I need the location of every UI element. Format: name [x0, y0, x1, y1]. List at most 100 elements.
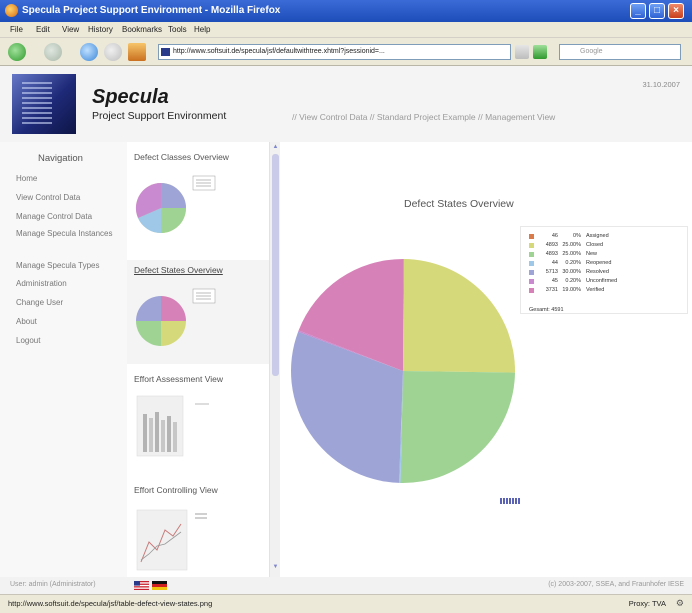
legend-percent: 0.20% [565, 278, 581, 284]
legend-count: 4893 [545, 251, 558, 257]
stop-icon[interactable] [104, 43, 122, 61]
menu-bar: File Edit View History Bookmarks Tools H… [0, 22, 692, 38]
menu-bookmarks[interactable]: Bookmarks [122, 25, 162, 34]
navigation-toolbar: http://www.softsuit.de/specula/jsf/defau… [0, 38, 692, 66]
menu-view[interactable]: View [62, 25, 79, 34]
page-header: Specula Project Support Environment // V… [0, 66, 692, 142]
legend-count: 46 [551, 233, 558, 239]
close-button[interactable]: × [668, 3, 684, 19]
legend-count: 3731 [545, 287, 558, 293]
legend-label: Reopened [586, 260, 612, 266]
scroll-down-icon[interactable]: ▼ [272, 564, 279, 570]
brand-tagline: Project Support Environment [92, 110, 227, 122]
sidebar-item-administration[interactable]: Administration [16, 279, 124, 289]
brand-name: Specula [92, 86, 169, 108]
chart-panel: Defect States Overview 46 0% Assigned 4893 2… [280, 142, 692, 577]
chart-watermark [500, 498, 520, 504]
navigation-title: Navigation [38, 153, 83, 164]
legend-label: Assigned [586, 233, 609, 239]
language-flags[interactable] [134, 581, 168, 590]
back-arrow-icon[interactable] [8, 43, 26, 61]
legend-label: Closed [586, 242, 604, 248]
search-input[interactable]: Google [559, 44, 681, 60]
legend-percent: 19.00% [562, 287, 581, 293]
date-label: 31.10.2007 [642, 80, 680, 89]
sidebar-item-home[interactable]: Home [16, 174, 124, 184]
reload-icon[interactable] [80, 43, 98, 61]
copyright-text: (c) 2003-2007, SSEA, and Fraunhofer IESE [548, 581, 684, 588]
site-favicon [161, 48, 170, 56]
legend-swatch [529, 279, 534, 284]
sidebar-item-change-user[interactable]: Change User [16, 298, 124, 308]
gear-icon[interactable]: ⚙ [676, 598, 684, 609]
menu-file[interactable]: File [10, 25, 23, 34]
home-icon[interactable] [128, 43, 146, 61]
legend-count: 44 [551, 260, 558, 266]
legend-swatch [529, 243, 534, 248]
flag-us-icon [134, 581, 149, 590]
pie-slice-new [400, 371, 515, 483]
breadcrumb[interactable]: // View Control Data // Standard Project… [292, 112, 555, 122]
minimize-button[interactable]: _ [630, 3, 646, 19]
legend-swatch [529, 234, 534, 239]
go-icon[interactable] [533, 45, 547, 59]
legend-count: 45 [551, 278, 558, 284]
menu-help[interactable]: Help [194, 25, 210, 34]
thumb-title-effort-controlling[interactable]: Effort Controlling View [134, 485, 218, 495]
thumb-title-defect-states[interactable]: Defect States Overview [134, 265, 223, 275]
legend-swatch [529, 288, 534, 293]
thumb-title-effort-assessment[interactable]: Effort Assessment View [134, 374, 223, 384]
thumb-effort-assessment[interactable] [135, 392, 235, 468]
legend-percent: 25.00% [562, 242, 581, 248]
view-thumbnail-panel: Defect Classes Overview Defect States Ov… [127, 142, 269, 577]
thumb-defect-classes[interactable] [131, 164, 231, 240]
navigation-sidebar: Navigation Home View Control Data Manage… [0, 142, 127, 577]
legend-label: New [586, 251, 598, 257]
legend-label: Resolved [586, 269, 609, 275]
status-proxy: Proxy: TVA [628, 599, 666, 608]
forward-arrow-icon[interactable] [44, 43, 62, 61]
browser-status-bar: http://www.softsuit.de/specula/jsf/table… [0, 594, 692, 613]
pie-slice-closed [403, 259, 516, 373]
thumb-title-defect-classes[interactable]: Defect Classes Overview [134, 152, 229, 162]
dropdown-icon[interactable] [515, 45, 529, 59]
legend-label: Unconfirmed [586, 278, 618, 284]
scroll-up-icon[interactable]: ▲ [272, 144, 279, 150]
sidebar-item-view-control-data[interactable]: View Control Data [16, 193, 124, 203]
thumb-defect-states[interactable] [131, 277, 231, 353]
sidebar-item-logout[interactable]: Logout [16, 336, 124, 346]
sidebar-item-manage-specula-types[interactable]: Manage Specula Types [16, 261, 124, 271]
legend-count: 4893 [545, 242, 558, 248]
menu-tools[interactable]: Tools [168, 25, 187, 34]
legend-percent: 30.00% [562, 269, 581, 275]
defect-states-pie-chart [291, 258, 516, 483]
sidebar-item-manage-specula-instances[interactable]: Manage Specula Instances [16, 229, 124, 239]
legend-swatch [529, 252, 534, 257]
thumbnail-scrollbar[interactable]: ▲ ▼ [269, 142, 280, 577]
legend-percent: 25.00% [562, 251, 581, 257]
legend-percent: 0.20% [565, 260, 581, 266]
menu-edit[interactable]: Edit [36, 25, 50, 34]
status-url: http://www.softsuit.de/specula/jsf/table… [8, 599, 213, 608]
chart-legend: 46 0% Assigned 4893 25.00% Closed 4893 25.00% Ne… [520, 226, 688, 314]
thumb-effort-controlling[interactable] [135, 502, 235, 578]
url-text: http://www.softsuit.de/specula/jsf/defau… [173, 48, 385, 55]
current-user-label: User: admin (Administrator) [10, 581, 96, 588]
specula-logo [12, 74, 76, 134]
flag-de-icon [152, 581, 167, 590]
window-title: Specula Project Support Environment - Mo… [22, 5, 281, 16]
sidebar-item-about[interactable]: About [16, 317, 124, 327]
maximize-button[interactable]: □ [649, 3, 665, 19]
legend-percent: 0% [573, 233, 581, 239]
legend-label: Verified [586, 287, 605, 293]
sidebar-item-manage-control-data[interactable]: Manage Control Data [16, 212, 124, 222]
firefox-icon [5, 4, 18, 17]
page-footer: User: admin (Administrator) (c) 2003-200… [0, 577, 692, 594]
url-bar[interactable]: http://www.softsuit.de/specula/jsf/defau… [158, 44, 511, 60]
legend-swatch [529, 261, 534, 266]
menu-history[interactable]: History [88, 25, 113, 34]
window-titlebar: Specula Project Support Environment - Mo… [0, 0, 692, 22]
legend-count: 5713 [545, 269, 558, 275]
legend-swatch [529, 270, 534, 275]
scrollbar-thumb[interactable] [272, 154, 279, 376]
